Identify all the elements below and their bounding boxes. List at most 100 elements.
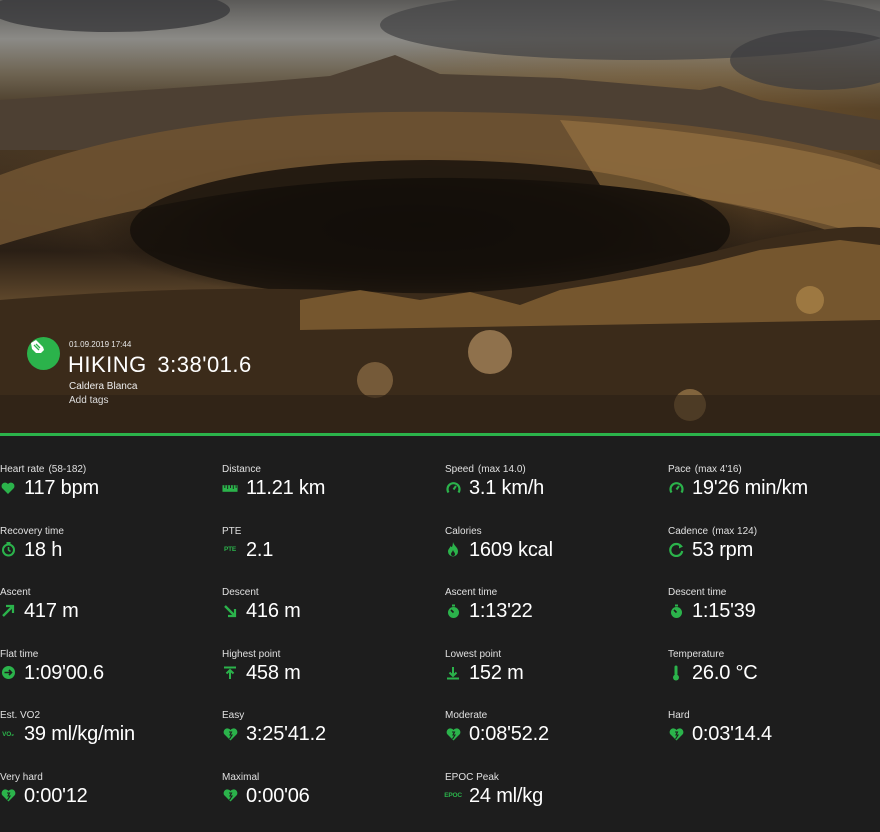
stat-label-text: Est. VO2 bbox=[0, 710, 41, 721]
activity-title: HIKING 3:38'01.6 bbox=[68, 352, 252, 378]
stat-label-sub: (max 14.0) bbox=[477, 464, 526, 475]
stat-pte: PTE PTE 2.1 bbox=[222, 526, 432, 586]
stat-label-text: Cadence bbox=[668, 525, 709, 537]
stat-value: 0:08'52.2 bbox=[469, 723, 549, 745]
stat-label: Recovery time bbox=[0, 526, 64, 537]
cadence-icon bbox=[668, 542, 684, 558]
stat-value: 11.21 km bbox=[246, 477, 326, 499]
stat-label: Descent time bbox=[668, 587, 726, 598]
stat-label: Speed (max 14.0) bbox=[445, 464, 526, 475]
stat-label: Easy bbox=[222, 710, 244, 721]
stat-label-text: Highest point bbox=[222, 648, 281, 660]
stopwatch-icon bbox=[668, 603, 684, 619]
cover-photo: 01.09.2019 17:44 HIKING 3:38'01.6 Calder… bbox=[0, 0, 880, 433]
stat-label: Ascent bbox=[0, 587, 31, 598]
stat-label-text: Calories bbox=[445, 525, 482, 537]
stat-very-hard: Very hard 0:00'12 bbox=[0, 772, 210, 832]
heart-zone-icon bbox=[0, 788, 16, 804]
stat-value: 0:00'12 bbox=[24, 784, 88, 807]
icon-text: PTE bbox=[223, 546, 237, 553]
stat-value: 18 h bbox=[24, 538, 63, 561]
stat-value: 1:15'39 bbox=[692, 600, 756, 622]
stat-value: 19'26 min/km bbox=[692, 477, 808, 499]
icon-text: EPOC bbox=[444, 792, 462, 799]
stat-label: Calories bbox=[445, 526, 482, 537]
stat-value: 1:13'22 bbox=[469, 600, 533, 622]
stat-maximal: Maximal 0:00'06 bbox=[222, 772, 432, 832]
stat-label-text: Pace bbox=[668, 464, 691, 475]
stat-value: 2.1 bbox=[246, 538, 274, 561]
activity-date: 01.09.2019 17:44 bbox=[69, 340, 132, 349]
accent-divider bbox=[0, 433, 880, 436]
stat-est-vo2: Est. VO2 VO₂ 39 ml/kg/min bbox=[0, 710, 210, 770]
heart-zone-icon bbox=[445, 726, 461, 742]
arrow-up-right-icon bbox=[0, 603, 16, 619]
stat-label: Moderate bbox=[445, 710, 487, 721]
stat-distance: Distance 11.21 km bbox=[222, 464, 432, 524]
stat-label-text: Speed bbox=[445, 464, 474, 475]
stat-label: Descent bbox=[222, 587, 259, 598]
stat-heart-rate: Heart rate (58-182) 117 bpm bbox=[0, 464, 210, 524]
heart-zone-icon bbox=[668, 726, 684, 742]
epoc-icon: EPOC bbox=[444, 788, 462, 804]
stat-label-text: Descent bbox=[222, 587, 259, 598]
stat-label: Very hard bbox=[0, 772, 43, 783]
stat-value: 417 m bbox=[24, 600, 79, 622]
stat-label: Flat time bbox=[0, 649, 38, 660]
add-tags-link[interactable]: Add tags bbox=[69, 395, 108, 406]
stat-label-text: Very hard bbox=[0, 771, 43, 783]
heart-icon bbox=[0, 480, 16, 496]
stat-value: 1609 kcal bbox=[469, 538, 553, 561]
stat-label: PTE bbox=[222, 526, 241, 537]
stat-label-text: Ascent time bbox=[445, 587, 498, 598]
stat-pace: Pace (max 4'16) 19'26 min/km bbox=[668, 464, 878, 524]
recovery-icon bbox=[0, 542, 16, 558]
stat-value: 53 rpm bbox=[692, 538, 754, 561]
stat-label: Cadence (max 124) bbox=[668, 526, 757, 537]
heart-zone-icon bbox=[222, 726, 238, 742]
stat-value: 26.0 °C bbox=[692, 661, 758, 684]
stat-label: Temperature bbox=[668, 649, 724, 660]
stat-flat-time: Flat time 1:09'00.6 bbox=[0, 649, 210, 709]
stat-label-text: Ascent bbox=[0, 587, 31, 598]
stat-cadence: Cadence (max 124) 53 rpm bbox=[668, 526, 878, 586]
stat-label-text: PTE bbox=[222, 525, 242, 537]
stat-value: 0:03'14.4 bbox=[692, 723, 772, 745]
stat-value: 39 ml/kg/min bbox=[24, 723, 135, 745]
lowest-point-icon bbox=[445, 665, 461, 681]
stat-value: 1:09'00.6 bbox=[24, 661, 104, 684]
thermometer-icon bbox=[668, 665, 684, 681]
stat-label: Heart rate (58-182) bbox=[0, 464, 86, 475]
stat-label-sub: (max 124) bbox=[712, 525, 758, 537]
stat-value: 24 ml/kg bbox=[469, 784, 543, 807]
stat-value: 152 m bbox=[469, 661, 524, 684]
stat-ascent-time: Ascent time 1:13'22 bbox=[445, 587, 655, 647]
stat-label-text: Easy bbox=[222, 710, 245, 721]
speedometer-icon bbox=[668, 480, 684, 496]
stat-label: Lowest point bbox=[445, 649, 501, 660]
stat-label-text: Heart rate bbox=[0, 464, 45, 475]
activity-type: HIKING bbox=[68, 352, 147, 377]
stat-epoc-peak: EPOC Peak EPOC 24 ml/kg bbox=[444, 772, 655, 832]
flame-icon bbox=[445, 542, 461, 558]
stat-recovery-time: Recovery time 18 h bbox=[0, 526, 210, 586]
stat-label-text: Moderate bbox=[445, 710, 488, 721]
stat-label-sub: (max 4'16) bbox=[694, 464, 742, 475]
stat-descent: Descent 416 m bbox=[222, 587, 432, 647]
stat-label-text: Temperature bbox=[668, 648, 725, 660]
stat-value: 416 m bbox=[246, 600, 301, 622]
activity-duration: 3:38'01.6 bbox=[157, 352, 252, 377]
stat-lowest-point: Lowest point 152 m bbox=[445, 649, 655, 709]
highest-point-icon bbox=[222, 665, 238, 681]
stat-value: 117 bpm bbox=[24, 477, 99, 499]
stat-label-text: Maximal bbox=[222, 771, 260, 783]
stat-descent-time: Descent time 1:15'39 bbox=[668, 587, 878, 647]
stat-highest-point: Highest point 458 m bbox=[222, 649, 432, 709]
stat-hard: Hard 0:03'14.4 bbox=[668, 710, 878, 770]
stat-label: Hard bbox=[668, 710, 690, 721]
stat-label-text: Recovery time bbox=[0, 525, 64, 537]
stat-value: 0:00'06 bbox=[246, 784, 310, 807]
hiking-boot-icon bbox=[27, 337, 60, 370]
stat-label-text: Hard bbox=[668, 710, 690, 721]
stat-label: EPOC Peak bbox=[445, 772, 499, 783]
